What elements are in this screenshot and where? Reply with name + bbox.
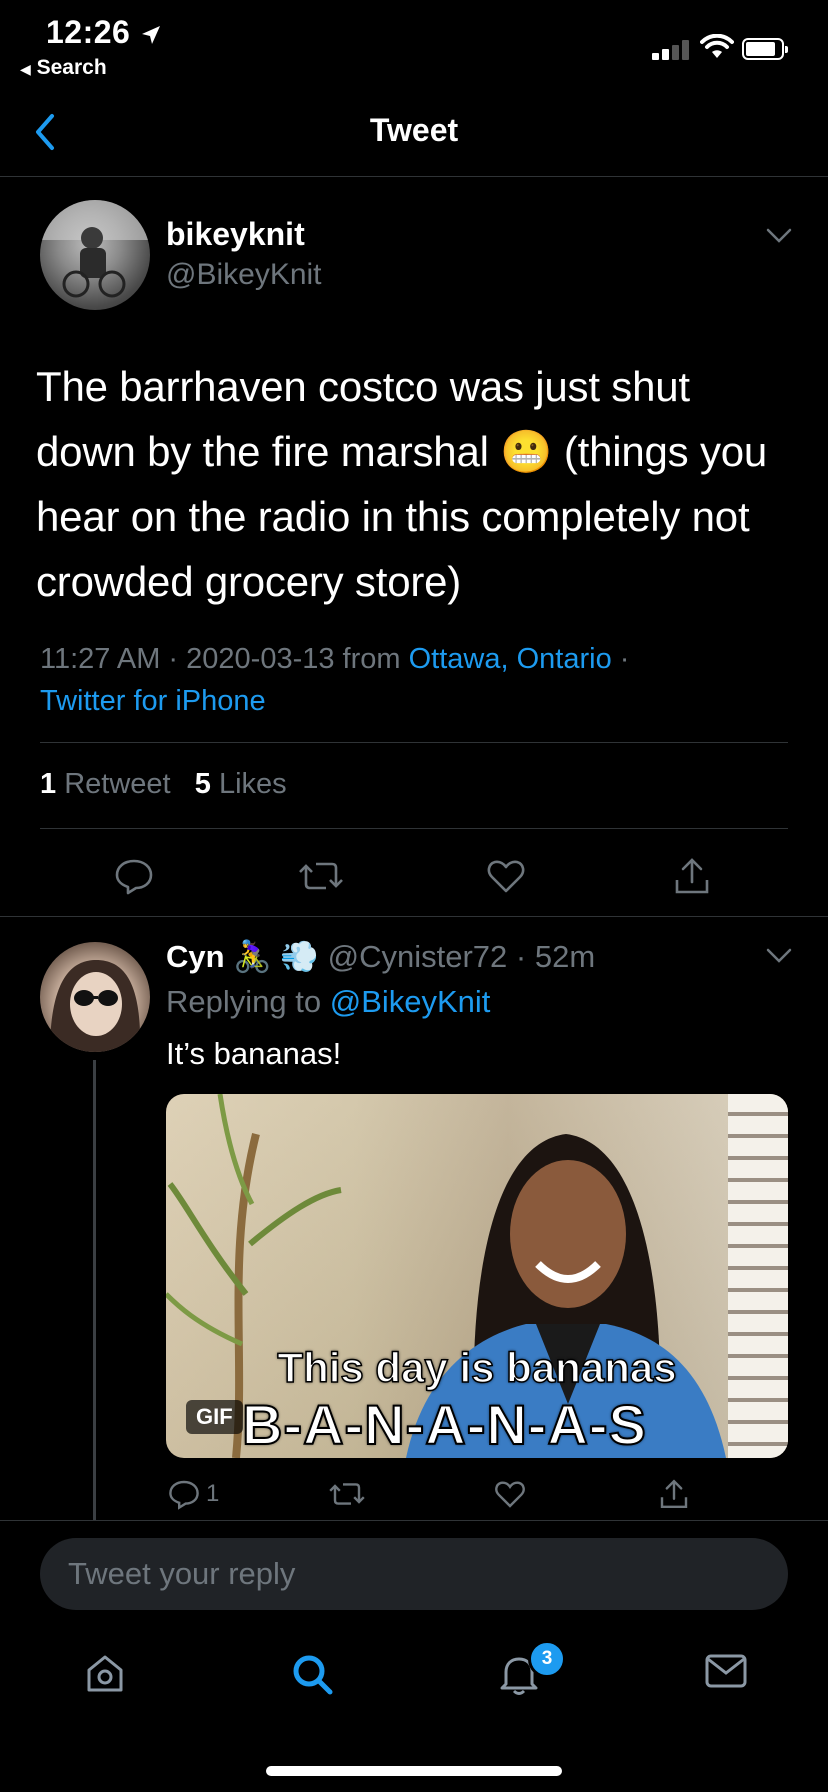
tweet-timestamp: 11:27 AM · 2020-03-13 from — [40, 643, 409, 675]
source-link[interactable]: Twitter for iPhone — [40, 685, 266, 717]
reply-input[interactable] — [40, 1538, 788, 1610]
reply-header: Cyn 🚴‍♀️ 💨 @Cynister72 · 52m — [166, 938, 595, 975]
grimacing-emoji: 😬 — [500, 428, 553, 475]
reply-count: 1 — [206, 1480, 220, 1507]
location-arrow-icon — [141, 25, 160, 44]
likes-stat[interactable]: 5 Likes — [195, 768, 287, 800]
status-time: 12:26 — [46, 14, 162, 51]
actions-divider — [0, 916, 828, 917]
reply-caret-down-icon[interactable] — [766, 948, 792, 964]
reply-text: It’s bananas! — [166, 1036, 342, 1071]
reply-time: · 52m — [515, 939, 596, 974]
home-icon[interactable] — [84, 1652, 126, 1694]
replying-to: Replying to @BikeyKnit — [166, 984, 491, 1019]
reply-like-icon[interactable] — [494, 1478, 526, 1510]
back-to-search[interactable]: ◀ Search — [20, 56, 107, 80]
location-link[interactable]: Ottawa, Ontario — [409, 643, 612, 675]
home-indicator[interactable] — [266, 1766, 562, 1776]
tweet-stats: 1 Retweet 5 Likes — [40, 768, 287, 801]
reply-bar-divider — [0, 1520, 828, 1521]
page-title: Tweet — [369, 112, 459, 148]
battery-icon — [742, 38, 788, 60]
reply-name-emojis: 🚴‍♀️ 💨 — [233, 939, 320, 974]
reply-avatar[interactable] — [40, 942, 150, 1052]
share-icon[interactable] — [672, 856, 712, 896]
back-triangle-icon: ◀ — [20, 61, 31, 77]
notifications-badge: 3 — [528, 1640, 566, 1678]
replying-to-handle[interactable]: @BikeyKnit — [330, 984, 491, 1019]
avatar-photo — [40, 200, 150, 298]
caret-down-icon[interactable] — [766, 228, 792, 244]
reply-share-icon[interactable] — [658, 1478, 690, 1510]
meta-divider — [40, 742, 788, 743]
like-icon[interactable] — [486, 856, 526, 896]
retweet-stat[interactable]: 1 Retweet — [40, 768, 171, 800]
header-divider — [0, 176, 828, 177]
reply-avatar-photo — [50, 960, 141, 1052]
messages-icon[interactable] — [704, 1652, 748, 1690]
gif-media[interactable]: This day is bananas B-A-N-A-N-A-S GIF — [166, 1094, 788, 1458]
gif-badge: GIF — [186, 1400, 243, 1434]
avatar[interactable] — [40, 200, 150, 310]
signal-strength-icon — [652, 40, 690, 60]
reply-retweet-icon[interactable] — [328, 1478, 366, 1510]
wifi-icon — [700, 34, 734, 58]
search-icon[interactable] — [290, 1652, 334, 1696]
gif-caption-line2: B-A-N-A-N-A-S — [241, 1392, 647, 1457]
author-display-name[interactable]: bikeyknit — [166, 216, 305, 253]
author-handle[interactable]: @BikeyKnit — [166, 258, 322, 292]
tweet-meta: 11:27 AM · 2020-03-13 from Ottawa, Ontar… — [40, 643, 630, 717]
reply-reply-icon[interactable] — [168, 1478, 200, 1510]
reply-icon[interactable] — [114, 856, 154, 896]
tweet-text: The barrhaven costco was just shut down … — [36, 363, 768, 605]
reply-display-name[interactable]: Cyn — [166, 939, 225, 974]
stats-divider — [40, 828, 788, 829]
retweet-icon[interactable] — [298, 856, 344, 896]
thread-line — [93, 1060, 96, 1520]
gif-caption-line1: This day is bananas — [277, 1343, 678, 1392]
reply-handle[interactable]: @Cynister72 — [328, 939, 508, 974]
